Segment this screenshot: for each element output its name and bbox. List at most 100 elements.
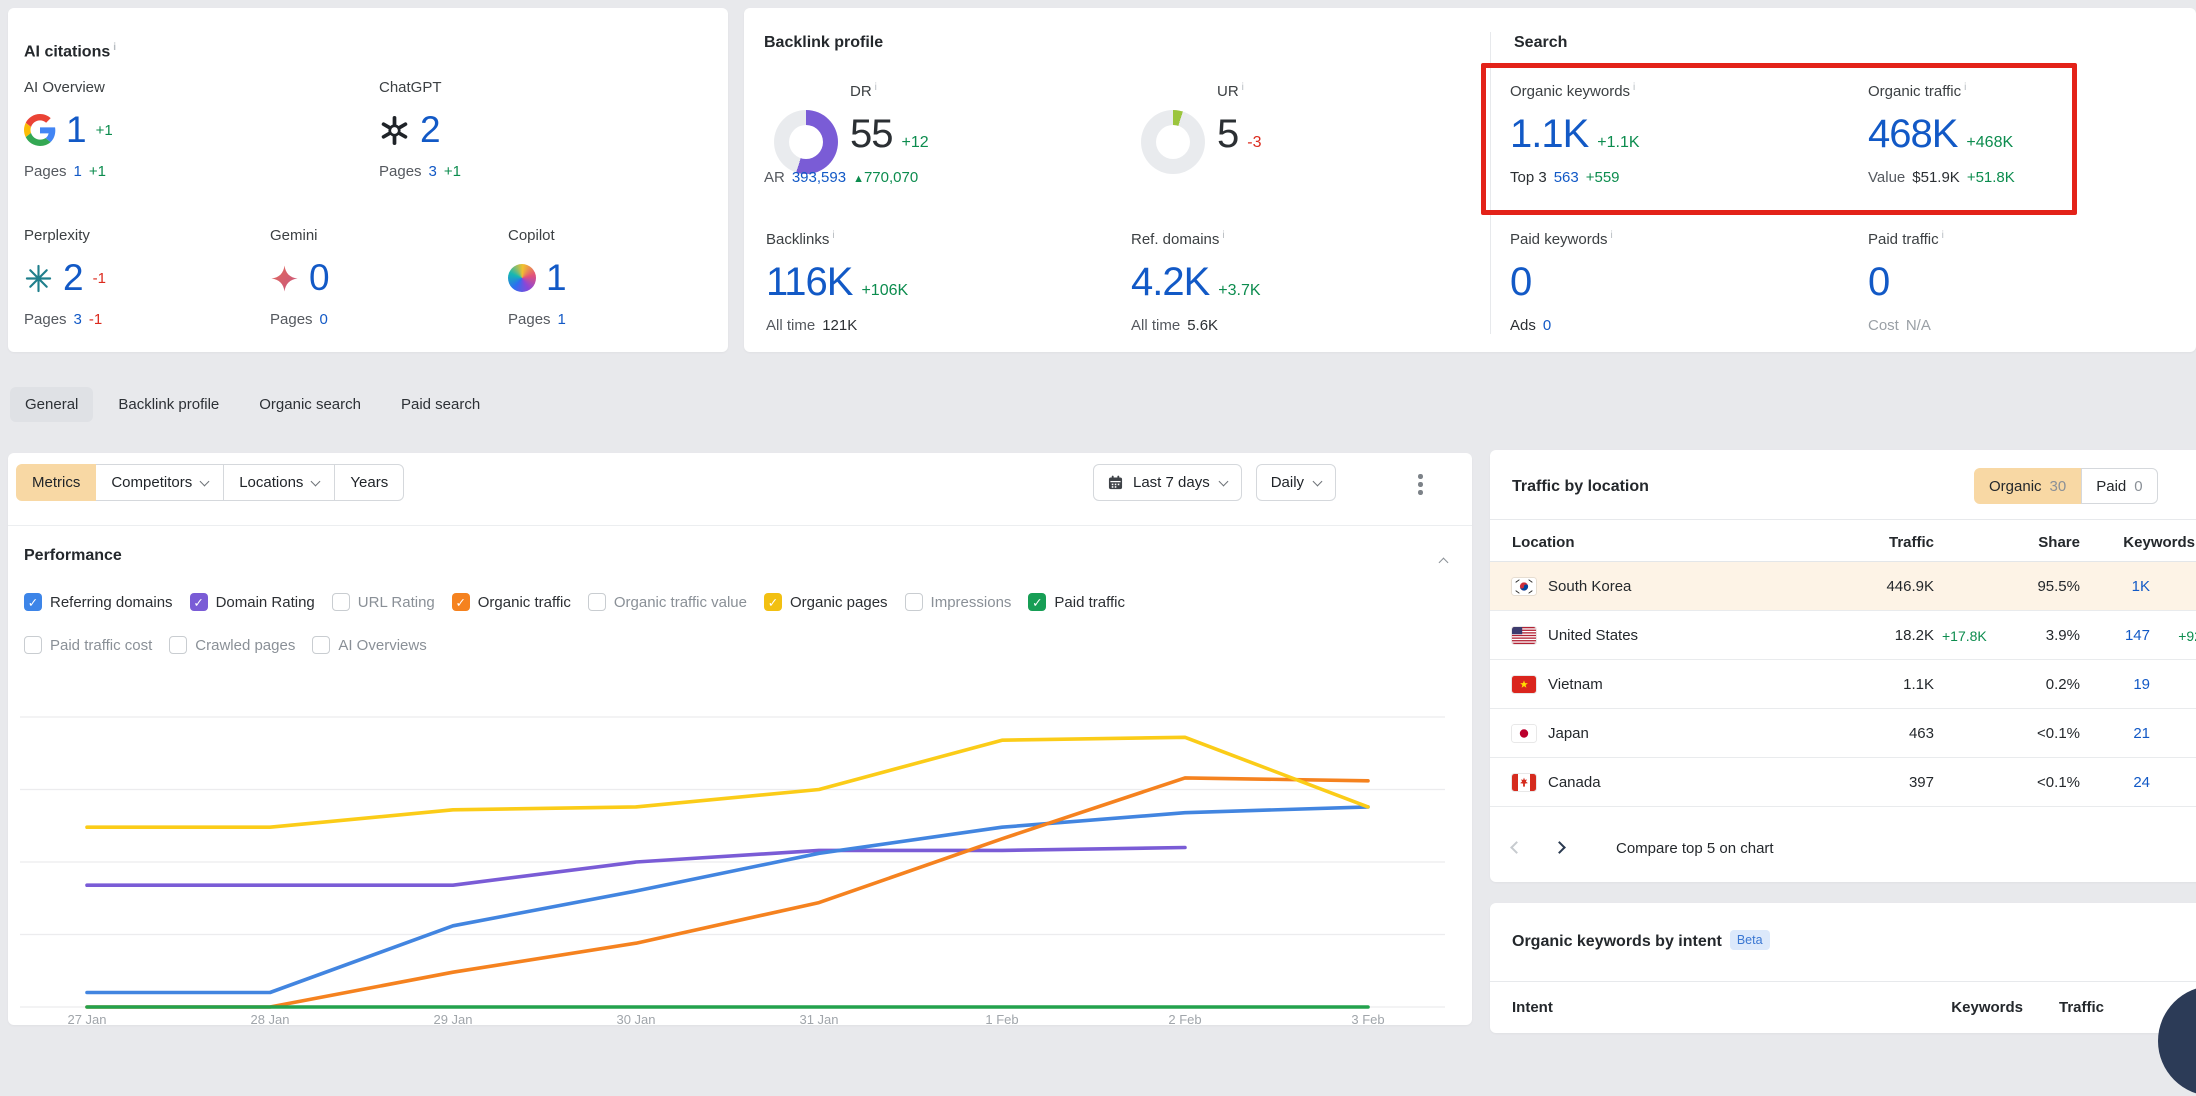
metric-toggle-crawled-pages[interactable]: Crawled pages: [169, 636, 295, 654]
metric-toggle-domain-rating[interactable]: ✓Domain Rating: [190, 593, 315, 611]
info-icon[interactable]: i: [1222, 230, 1224, 241]
pages-label: Pages: [270, 310, 313, 330]
table-row-ca[interactable]: Canada397<0.1%24: [1490, 758, 2196, 807]
location-cell: Vietnam: [1512, 660, 1603, 709]
metric-toggle-organic-pages[interactable]: ✓Organic pages: [764, 593, 888, 611]
locations-button[interactable]: Locations: [223, 464, 335, 501]
keywords-cell[interactable]: 21: [2133, 709, 2150, 758]
ref-domains-value[interactable]: 4.2K: [1131, 260, 1209, 304]
country-name: Vietnam: [1548, 676, 1603, 693]
pages-value[interactable]: 1: [74, 162, 82, 182]
traffic-by-location-card: Traffic by location Organic30 Paid0 Loca…: [1490, 450, 2196, 882]
traffic-cell: 1.1K: [1903, 660, 1934, 709]
granularity-button[interactable]: Daily: [1256, 464, 1336, 501]
ai-citations-value: 0: [309, 257, 329, 299]
pages-value[interactable]: 3: [74, 310, 82, 330]
info-icon[interactable]: i: [1964, 82, 1966, 93]
ai-pages-row: Pages1+1: [24, 162, 379, 182]
compare-top5-label[interactable]: Compare top 5 on chart: [1616, 840, 1774, 857]
keywords-cell[interactable]: 24: [2133, 758, 2150, 807]
prev-page-icon[interactable]: [1510, 841, 1523, 854]
info-icon[interactable]: i: [832, 230, 834, 241]
jp-flag-icon: [1512, 725, 1536, 742]
ar-value[interactable]: 393,593: [792, 168, 846, 189]
pages-delta: +1: [444, 162, 461, 182]
traffic-cell: 463: [1909, 709, 1934, 758]
table-row-us[interactable]: United States18.2K+17.8K3.9%147+92: [1490, 611, 2196, 660]
x-axis-label: 3 Feb: [1351, 1012, 1384, 1025]
col-kw: Keywords: [1951, 999, 2023, 1016]
info-icon[interactable]: i: [1633, 82, 1635, 93]
years-button[interactable]: Years: [334, 464, 404, 501]
info-icon[interactable]: i: [1242, 82, 1244, 93]
divider: [1490, 519, 2196, 520]
more-options-button[interactable]: [1412, 468, 1429, 501]
competitors-button[interactable]: Competitors: [95, 464, 224, 501]
keywords-cell[interactable]: 19: [2133, 660, 2150, 709]
toggle-organic[interactable]: Organic30: [1974, 468, 2081, 504]
metric-toggle-organic-traffic-value[interactable]: Organic traffic value: [588, 593, 747, 611]
toggle-paid[interactable]: Paid0: [2081, 468, 2157, 504]
backlinks-value[interactable]: 116K: [766, 260, 852, 304]
metrics-button[interactable]: Metrics: [16, 464, 96, 501]
location-cell: United States: [1512, 611, 1638, 660]
keywords-cell[interactable]: 1K: [2132, 562, 2150, 611]
checkbox-icon: [332, 593, 350, 611]
table-row-jp[interactable]: Japan 463 <0.1% 21: [1490, 709, 2196, 758]
info-icon[interactable]: i: [113, 42, 116, 53]
metric-label: Crawled pages: [195, 637, 295, 654]
metric-toggle-referring-domains[interactable]: ✓Referring domains: [24, 593, 173, 611]
col-location: Location: [1512, 534, 1575, 551]
ai-tool-label: Perplexity: [24, 226, 270, 246]
keywords-by-intent-title: Organic keywords by intentBeta: [1512, 933, 1770, 951]
ref-domains-label: Ref. domainsi: [1131, 226, 1261, 250]
location-cell: Japan: [1512, 709, 1589, 758]
table-row-kr[interactable]: South Korea446.9K95.5%1K: [1490, 562, 2196, 611]
info-icon[interactable]: i: [1942, 230, 1944, 241]
pages-value[interactable]: 0: [320, 310, 328, 330]
info-icon[interactable]: i: [1611, 230, 1613, 241]
pages-value[interactable]: 1: [558, 310, 566, 330]
tab-organic-search[interactable]: Organic search: [244, 387, 376, 422]
country-name: United States: [1548, 627, 1638, 644]
share-cell: <0.1%: [2037, 709, 2080, 758]
metric-toggle-ai-overviews[interactable]: AI Overviews: [312, 636, 426, 654]
ai-pages-row: Pages1: [508, 310, 712, 330]
metric-toggle-paid-traffic-cost[interactable]: Paid traffic cost: [24, 636, 152, 654]
paid-keywords-value[interactable]: 0: [1510, 260, 1531, 304]
metric-label: URL Rating: [358, 594, 435, 611]
info-icon[interactable]: i: [875, 82, 877, 93]
metric-toggle-paid-traffic[interactable]: ✓Paid traffic: [1028, 593, 1125, 611]
tab-general[interactable]: General: [10, 387, 93, 422]
next-page-icon[interactable]: [1553, 841, 1566, 854]
top3-value[interactable]: 563: [1554, 168, 1579, 188]
ai-card-chatgpt: ChatGPT2Pages3+1: [379, 78, 712, 182]
keywords-cell[interactable]: 147: [2125, 611, 2150, 660]
organic-traffic-value[interactable]: 468K: [1868, 112, 1957, 156]
table-row-vn[interactable]: Vietnam1.1K0.2%19: [1490, 660, 2196, 709]
chart-line-referring-domains: [87, 807, 1368, 993]
metric-toggle-organic-traffic[interactable]: ✓Organic traffic: [452, 593, 571, 611]
search-title: Search: [1514, 34, 1567, 52]
x-axis-label: 28 Jan: [250, 1012, 289, 1025]
organic-keywords-value[interactable]: 1.1K: [1510, 112, 1588, 156]
performance-chart[interactable]: 27 Jan28 Jan29 Jan30 Jan31 Jan1 Feb2 Feb…: [8, 663, 1472, 1025]
metric-label: Domain Rating: [216, 594, 315, 611]
tab-backlink-profile[interactable]: Backlink profile: [103, 387, 234, 422]
metric-toggle-impressions[interactable]: Impressions: [905, 593, 1012, 611]
collapse-chevron-icon[interactable]: [1439, 558, 1449, 568]
backlink-search-card: Backlink profile DRi 55+12 AR 393,593 ▲7…: [744, 8, 2196, 352]
gemini-icon: [270, 264, 299, 293]
pages-value[interactable]: 3: [429, 162, 437, 182]
checkbox-icon: ✓: [24, 593, 42, 611]
ar-delta: ▲770,070: [853, 168, 918, 189]
keywords-by-intent-card: Organic keywords by intentBeta Intent Ke…: [1490, 903, 2196, 1033]
dr-donut: [774, 110, 838, 174]
tab-paid-search[interactable]: Paid search: [386, 387, 495, 422]
paid-traffic-value[interactable]: 0: [1868, 260, 1889, 304]
location-cell: South Korea: [1512, 562, 1631, 611]
metric-toggle-url-rating[interactable]: URL Rating: [332, 593, 435, 611]
chevron-down-icon: [311, 476, 321, 486]
date-range-button[interactable]: Last 7 days: [1093, 464, 1242, 501]
x-axis-label: 30 Jan: [616, 1012, 655, 1025]
